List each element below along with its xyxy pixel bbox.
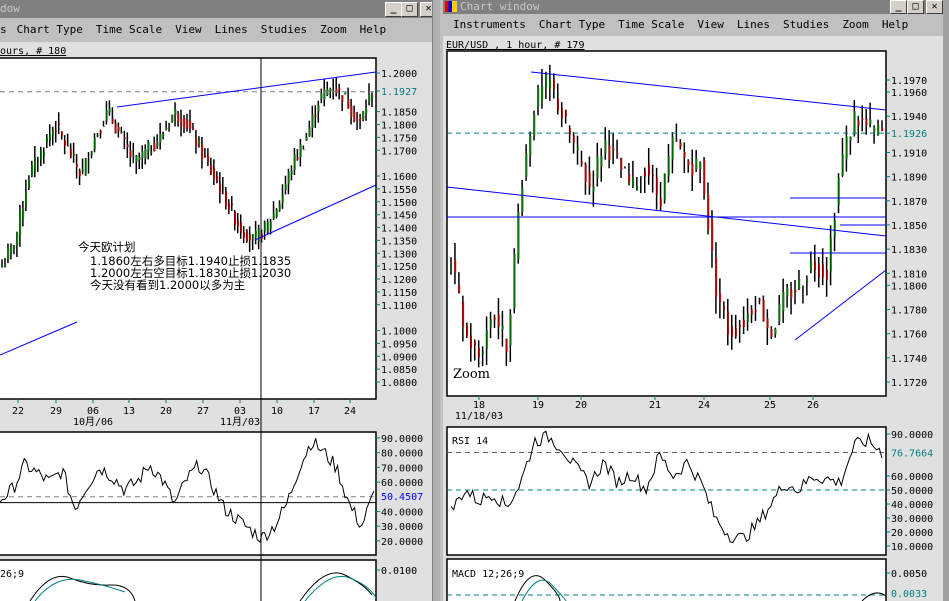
price-tick-label: 1.1970 bbox=[891, 76, 927, 87]
rsi-tick-label: 90.0000 bbox=[891, 430, 933, 441]
price-tick-label: 1.1600 bbox=[381, 172, 417, 183]
date-tick-label: 18 bbox=[473, 400, 485, 411]
price-tick-label: 1.1300 bbox=[381, 249, 417, 260]
price-tick-label: 1.1350 bbox=[381, 236, 417, 247]
right-chart-window: Chart window _ □ ✕ Instruments Chart Type… bbox=[443, 0, 949, 601]
rsi-tick-label: 30.0000 bbox=[381, 522, 423, 533]
price-tick-label: 1.0900 bbox=[381, 352, 417, 363]
left-chart-canvas[interactable]: 1.2000 1.1850 1.18001.1750 1.1700 1.1600 1.15… bbox=[0, 0, 432, 601]
rsi-tick-label: 40.0000 bbox=[891, 500, 933, 511]
date-tick-label: 22 bbox=[12, 406, 24, 417]
rsi-tick-label: 70.0000 bbox=[381, 463, 423, 474]
price-tick-label: 1.1940 bbox=[891, 112, 927, 123]
date-tick-label: 06 bbox=[87, 406, 99, 417]
date-tick-label: 19 bbox=[532, 400, 544, 411]
rsi-tick-label: 60.0000 bbox=[891, 472, 933, 483]
left-price-plot bbox=[0, 57, 377, 400]
right-chart-canvas[interactable]: Zoom 1.19701.1960 1.1940 1.1910 1.1890 1.1870… bbox=[443, 0, 943, 601]
rsi-tick-label: 30.0000 bbox=[891, 514, 933, 525]
rsi-label: RSI 14 bbox=[452, 436, 488, 447]
date-tick-label: 03 bbox=[234, 406, 246, 417]
price-tick-label: 1.1800 bbox=[381, 121, 417, 132]
date-tick-label: 25 bbox=[764, 400, 776, 411]
price-tick-label: 1.1740 bbox=[891, 354, 927, 365]
left-chart-window: dow _ □ ✕ s Chart Type Time Scale View Lines… bbox=[0, 0, 440, 601]
date-tick-label: 24 bbox=[698, 400, 710, 411]
price-tick-label: 1.2000 bbox=[381, 69, 417, 80]
price-tick-label: 1.1850 bbox=[381, 108, 417, 119]
macd-tick-label: 0.0100 bbox=[381, 566, 417, 577]
macd-last-label: 0.0033 bbox=[891, 589, 927, 600]
price-tick-label: 1.1830 bbox=[891, 245, 927, 256]
price-tick-label: 1.1500 bbox=[381, 198, 417, 209]
price-tick-label: 1.1890 bbox=[891, 173, 927, 184]
macd-label: 26;9 bbox=[0, 569, 24, 580]
price-tick-label: 1.1800 bbox=[891, 281, 927, 292]
price-tick-label: 1.1250 bbox=[381, 262, 417, 273]
last-price-label: 1.1926 bbox=[891, 129, 927, 140]
date-tick-label: 20 bbox=[160, 406, 172, 417]
price-tick-label: 1.0850 bbox=[381, 365, 417, 376]
date-tick-label: 27 bbox=[197, 406, 209, 417]
month-label: 11月/03 bbox=[220, 416, 260, 428]
rsi-tick-label: 20.0000 bbox=[891, 528, 933, 539]
price-tick-label: 1.1000 bbox=[381, 327, 417, 338]
price-tick-label: 1.1810 bbox=[891, 269, 927, 280]
date-tick-label: 17 bbox=[308, 406, 320, 417]
price-tick-label: 1.1780 bbox=[891, 306, 927, 317]
rsi-tick-label: 20.0000 bbox=[381, 537, 423, 548]
price-tick-label: 1.1720 bbox=[891, 378, 927, 389]
rsi-tick-label: 90.0000 bbox=[381, 434, 423, 445]
price-tick-label: 1.1550 bbox=[381, 185, 417, 196]
rsi-tick-label: 10.0000 bbox=[891, 542, 933, 553]
date-tick-label: 24 bbox=[344, 406, 356, 417]
price-tick-label: 1.0800 bbox=[381, 378, 417, 389]
price-tick-label: 1.1760 bbox=[891, 330, 927, 341]
date-sub-label: 11/18/03 bbox=[455, 411, 503, 422]
rsi-tick-label: 40.0000 bbox=[381, 508, 423, 519]
price-tick-label: 1.1150 bbox=[381, 288, 417, 299]
date-tick-label: 26 bbox=[807, 400, 819, 411]
left-window-border[interactable] bbox=[432, 0, 440, 601]
date-tick-label: 10 bbox=[271, 406, 283, 417]
date-tick-label: 21 bbox=[649, 400, 661, 411]
plan-annotation: 今天没有看到1.2000以多为主 bbox=[90, 278, 245, 292]
month-label: 10月/06 bbox=[73, 416, 113, 428]
plan-annotation: 今天欧计划 bbox=[78, 240, 136, 254]
macd-tick-label: 0.0050 bbox=[891, 569, 927, 580]
date-tick-label: 20 bbox=[575, 400, 587, 411]
left-macd-plot bbox=[0, 559, 377, 601]
price-tick-label: 1.1400 bbox=[381, 224, 417, 235]
price-tick-label: 1.1960 bbox=[891, 88, 927, 99]
price-tick-label: 1.1700 bbox=[381, 146, 417, 157]
macd-label: MACD 12;26;9 bbox=[452, 569, 524, 580]
price-tick-label: 1.1450 bbox=[381, 211, 417, 222]
price-tick-label: 1.1910 bbox=[891, 148, 927, 159]
price-tick-label: 1.1100 bbox=[381, 301, 417, 312]
rsi-last-label: 76.7664 bbox=[891, 449, 933, 460]
rsi-tick-label: 60.0000 bbox=[381, 478, 423, 489]
rsi-tick-label: 80.0000 bbox=[381, 449, 423, 460]
right-rsi-plot bbox=[446, 426, 887, 556]
last-price-label: 1.1927 bbox=[381, 87, 417, 98]
price-tick-label: 1.1870 bbox=[891, 197, 927, 208]
right-window-border[interactable] bbox=[943, 0, 949, 601]
rsi-last-label: 50.4507 bbox=[381, 492, 423, 503]
zoom-label: Zoom bbox=[453, 367, 490, 382]
rsi-tick-label: 50.0000 bbox=[891, 486, 933, 497]
price-tick-label: 1.0950 bbox=[381, 339, 417, 350]
date-tick-label: 13 bbox=[123, 406, 135, 417]
price-tick-label: 1.1850 bbox=[891, 221, 927, 232]
price-tick-label: 1.1200 bbox=[381, 275, 417, 286]
price-tick-label: 1.1750 bbox=[381, 133, 417, 144]
date-tick-label: 29 bbox=[50, 406, 62, 417]
